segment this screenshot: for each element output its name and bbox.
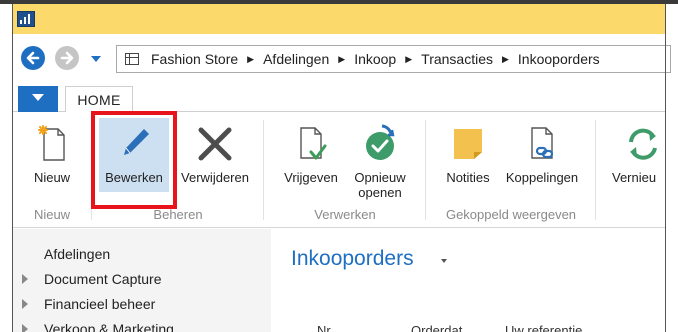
nav-item-afdelingen[interactable]: Afdelingen: [44, 246, 110, 262]
ribbon-tab-row: HOME: [13, 84, 665, 113]
column-header-nr[interactable]: Nr.: [317, 323, 334, 332]
breadcrumb-inkooporders[interactable]: Inkooporders: [518, 46, 600, 72]
group-divider: [425, 120, 426, 220]
reopen-button-text: Opnieuw openen: [354, 170, 406, 200]
back-button[interactable]: [21, 46, 45, 70]
chevron-down-icon: [91, 56, 101, 62]
application-menu-button[interactable]: [18, 86, 58, 112]
reopen-button-label: Opnieuw openen: [347, 170, 413, 200]
page-title: Inkooporders: [291, 247, 414, 270]
nav-item-financieel-beheer[interactable]: Financieel beheer: [44, 296, 155, 312]
history-dropdown-button[interactable]: [89, 52, 103, 64]
notes-button[interactable]: Notities: [437, 118, 499, 192]
chevron-down-icon: [32, 94, 44, 101]
highlight-box: [91, 111, 177, 209]
forward-arrow-icon: [60, 51, 74, 65]
breadcrumb-afdelingen[interactable]: Afdelingen: [263, 46, 329, 72]
links-button[interactable]: Koppelingen: [499, 118, 585, 192]
title-dropdown-icon[interactable]: [441, 259, 447, 263]
group-divider: [595, 120, 596, 220]
group-label-beheren: Beheren: [153, 207, 203, 222]
release-button-label: Vrijgeven: [284, 170, 338, 185]
links-button-label: Koppelingen: [505, 170, 579, 185]
group-label-nieuw: Nieuw: [33, 207, 71, 222]
group-label-gekoppeld-weergeven: Gekoppeld weergeven: [445, 207, 577, 222]
release-button[interactable]: Vrijgeven: [277, 118, 345, 192]
expand-triangle-icon[interactable]: [22, 324, 28, 332]
chevron-right-icon[interactable]: ▶: [502, 46, 509, 72]
link-document-icon: [520, 122, 564, 166]
notes-button-label: Notities: [446, 170, 490, 185]
window-left-border: [12, 4, 13, 332]
title-bar: [13, 4, 665, 34]
back-arrow-icon: [26, 51, 40, 65]
expand-triangle-icon[interactable]: [22, 274, 28, 284]
group-label-verwerken: Verwerken: [314, 207, 376, 222]
forward-button[interactable]: [55, 46, 79, 70]
delete-button[interactable]: Verwijderen: [173, 118, 257, 192]
window-icon: [125, 53, 139, 65]
expand-triangle-icon[interactable]: [22, 299, 28, 309]
release-document-icon: [289, 122, 333, 166]
delete-x-icon: [193, 122, 237, 166]
chevron-right-icon[interactable]: ▶: [247, 46, 254, 72]
new-button[interactable]: Nieuw: [17, 118, 87, 192]
nav-item-verkoop-marketing[interactable]: Verkoop & Marketing: [44, 321, 174, 332]
navigation-pane: Afdelingen Document Capture Financieel b…: [13, 229, 271, 332]
tab-home[interactable]: HOME: [65, 86, 133, 113]
column-header-orderdat[interactable]: Orderdat.: [411, 323, 466, 332]
group-divider: [263, 120, 264, 220]
window-right-border: [665, 4, 666, 332]
breadcrumb-fashion-store[interactable]: Fashion Store: [151, 46, 238, 72]
app-logo-icon: [17, 11, 35, 27]
reopen-button[interactable]: Opnieuw openen: [347, 118, 413, 200]
window: Fashion Store ▶ Afdelingen ▶ Inkoop ▶ Transact…: [0, 0, 678, 332]
navigation-bar: Fashion Store ▶ Afdelingen ▶ Inkoop ▶ Transact…: [13, 38, 671, 82]
new-document-icon: [30, 122, 74, 166]
nav-item-document-capture[interactable]: Document Capture: [44, 271, 162, 287]
chevron-right-icon[interactable]: ▶: [405, 46, 412, 72]
refresh-icon: [621, 122, 665, 166]
refresh-button[interactable]: Vernieu: [609, 118, 665, 192]
reopen-icon: [358, 122, 402, 166]
delete-button-label: Verwijderen: [181, 170, 249, 185]
address-bar[interactable]: Fashion Store ▶ Afdelingen ▶ Inkoop ▶ Transact…: [116, 45, 671, 73]
new-button-label: Nieuw: [33, 170, 71, 185]
content-area: Afdelingen Document Capture Financieel b…: [13, 229, 665, 332]
column-header-uw-referentie[interactable]: Uw referentie: [505, 323, 582, 332]
breadcrumb-transacties[interactable]: Transacties: [421, 46, 493, 72]
breadcrumb-inkoop[interactable]: Inkoop: [354, 46, 396, 72]
note-icon: [446, 122, 490, 166]
refresh-button-label: Vernieu: [612, 170, 657, 185]
chevron-right-icon[interactable]: ▶: [338, 46, 345, 72]
